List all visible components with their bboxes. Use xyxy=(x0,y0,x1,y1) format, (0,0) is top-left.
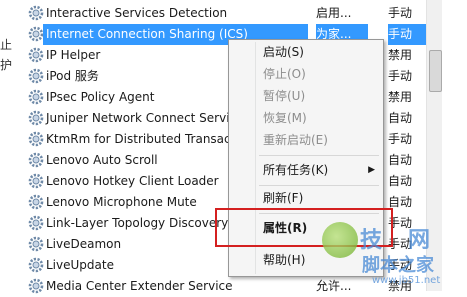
service-gear-icon xyxy=(28,110,44,126)
menu-item-resume[interactable]: 恢复(M) xyxy=(231,108,381,128)
menu-item-stop[interactable]: 停止(O) xyxy=(231,64,381,84)
service-gear-icon xyxy=(28,215,44,231)
submenu-arrow-icon: ▶ xyxy=(368,165,375,175)
service-gear-icon xyxy=(28,26,44,42)
menu-item-label: 重新启动(E) xyxy=(263,133,328,147)
watermark-text: 技 xyxy=(360,228,383,253)
service-startup-type: 自动 xyxy=(388,111,413,125)
service-gear-icon xyxy=(28,131,44,147)
menu-item-label: 刷新(F) xyxy=(263,191,304,205)
service-gear-icon xyxy=(28,173,44,189)
right-pane-edge xyxy=(442,0,467,291)
menu-item-all-tasks[interactable]: 所有任务(K) ▶ xyxy=(231,160,381,180)
service-gear-icon xyxy=(28,257,44,273)
menu-item-label: 启动(S) xyxy=(263,45,304,59)
service-gear-icon xyxy=(28,47,44,63)
service-startup-type: 手动 xyxy=(388,6,413,20)
menu-item-label: 所有任务(K) xyxy=(263,163,329,177)
watermark-url: www.jb51.net xyxy=(372,275,441,286)
service-startup-type: 禁用 xyxy=(388,48,413,62)
menu-item-pause[interactable]: 暂停(U) xyxy=(231,86,381,106)
menu-item-label: 暂停(U) xyxy=(263,89,306,103)
service-status: 允许... xyxy=(316,279,352,293)
service-startup-type: 禁用 xyxy=(388,90,413,104)
service-gear-icon xyxy=(28,5,44,21)
service-gear-icon xyxy=(28,278,44,294)
left-pane-edge: 止 护 xyxy=(0,0,26,291)
menu-item-start[interactable]: 启动(S) xyxy=(231,42,381,62)
menu-item-refresh[interactable]: 刷新(F) xyxy=(231,188,381,208)
watermark-logo-icon xyxy=(322,222,358,258)
service-startup-type: 手动 xyxy=(388,24,426,45)
service-status: 启用... xyxy=(316,6,352,20)
service-startup-type: 手动 xyxy=(388,132,413,146)
service-gear-icon xyxy=(28,152,44,168)
service-gear-icon xyxy=(28,194,44,210)
service-gear-icon xyxy=(28,68,44,84)
service-startup-type: 手动 xyxy=(388,69,413,83)
service-gear-icon xyxy=(28,89,44,105)
menu-separator xyxy=(259,155,379,156)
watermark-text: 网 xyxy=(408,228,431,253)
left-pane-text: 止 xyxy=(0,38,13,52)
service-startup-type: 自动 xyxy=(388,153,413,167)
menu-item-label: 停止(O) xyxy=(263,67,306,81)
service-row[interactable]: Media Center Extender Service 允许... 禁用 xyxy=(26,276,426,297)
service-startup-type: 自动 xyxy=(388,174,413,188)
menu-item-label: 帮助(H) xyxy=(263,253,306,267)
menu-item-help[interactable]: 帮助(H) xyxy=(231,250,381,270)
watermark-text: 脚本之家 xyxy=(362,255,434,276)
service-row[interactable]: Interactive Services Detection 启用... 手动 xyxy=(26,3,426,24)
service-name: Interactive Services Detection xyxy=(46,6,228,20)
service-gear-icon xyxy=(28,236,44,252)
service-name: Media Center Extender Service xyxy=(46,279,233,293)
menu-item-restart[interactable]: 重新启动(E) xyxy=(231,130,381,150)
service-startup-type: 自动 xyxy=(388,195,413,209)
menu-item-label: 恢复(M) xyxy=(263,111,307,125)
menu-separator xyxy=(259,185,379,186)
left-pane-text: 护 xyxy=(0,58,13,72)
scrollbar-thumb[interactable] xyxy=(429,50,442,92)
